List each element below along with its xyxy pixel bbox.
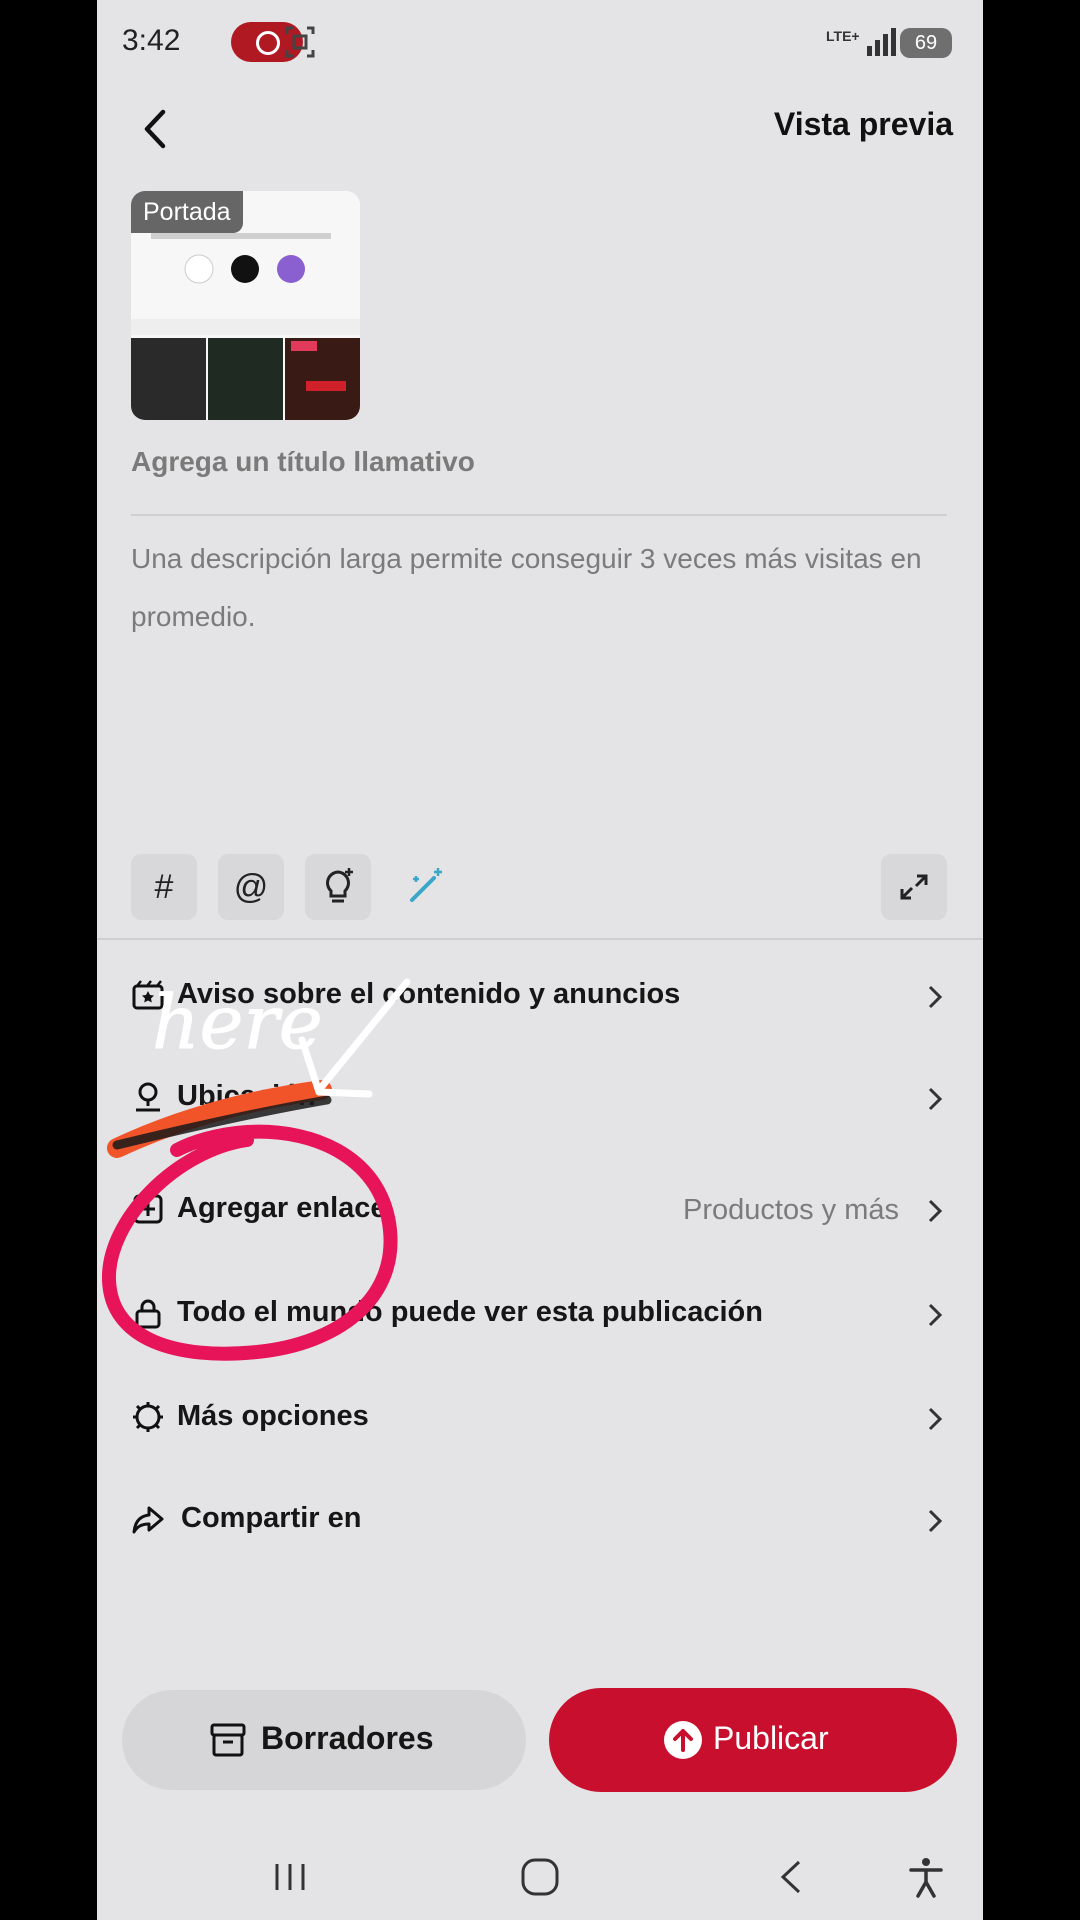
accessibility-icon[interactable] (903, 1854, 949, 1900)
location-pin-icon (136, 1082, 160, 1112)
screenshot-icon (285, 26, 315, 58)
chevron-right-icon (928, 1407, 943, 1431)
screen: 3:42 LTE+ 69 Vista previa Portada Agrega… (97, 0, 983, 1920)
option-label: Todo el mundo puede ver esta publicación (177, 1296, 763, 1328)
drafts-box-icon (210, 1723, 246, 1757)
option-label: Más opciones (177, 1400, 369, 1432)
option-more-options[interactable]: Más opciones (131, 1388, 947, 1452)
system-navigation-bar (97, 1840, 983, 1920)
status-time: 3:42 (122, 24, 181, 57)
hashtag-button[interactable]: # (131, 854, 197, 920)
top-bar: Vista previa (97, 84, 983, 174)
chevron-right-icon (928, 1199, 943, 1223)
upload-arrow-icon (664, 1721, 702, 1759)
option-content-disclosure[interactable]: Aviso sobre el contenido y anuncios (131, 966, 947, 1030)
option-label: Aviso sobre el contenido y anuncios (177, 978, 681, 1010)
chevron-right-icon (928, 985, 943, 1009)
option-label: Agregar enlace (177, 1192, 387, 1224)
option-share-to[interactable]: Compartir en (131, 1490, 947, 1554)
cover-thumbnail[interactable]: Portada (131, 191, 360, 420)
publish-button[interactable]: Publicar (549, 1688, 957, 1792)
lightbulb-icon (326, 868, 353, 903)
divider (97, 938, 983, 940)
drafts-label: Borradores (261, 1720, 434, 1756)
chevron-right-icon (928, 1509, 943, 1533)
gear-icon (133, 1402, 163, 1432)
title-input[interactable]: Agrega un título llamativo (131, 446, 947, 478)
option-add-link[interactable]: Agregar enlace Productos y más (131, 1180, 947, 1244)
chevron-right-icon (928, 1303, 943, 1327)
cover-label: Portada (131, 191, 243, 233)
signal-icon (867, 28, 896, 56)
ai-wand-button[interactable] (392, 854, 458, 920)
mention-button[interactable]: @ (218, 854, 284, 920)
description-input[interactable]: Una descripción larga permite conseguir … (131, 530, 947, 646)
publish-label: Publicar (713, 1720, 829, 1756)
network-type: LTE+ (826, 28, 860, 44)
drafts-button[interactable]: Borradores (122, 1690, 526, 1790)
recent-apps-icon[interactable] (267, 1854, 313, 1900)
nav-back-icon[interactable] (769, 1854, 815, 1900)
option-visibility[interactable]: Todo el mundo puede ver esta publicación (131, 1284, 947, 1348)
option-value: Productos y más (683, 1194, 899, 1226)
expand-button[interactable] (881, 854, 947, 920)
chevron-right-icon (928, 1087, 943, 1111)
status-bar: 3:42 LTE+ 69 (97, 0, 983, 84)
expand-icon (900, 874, 928, 900)
option-label: Ubicación (177, 1080, 316, 1112)
lock-icon (135, 1299, 161, 1329)
home-icon[interactable] (517, 1854, 563, 1900)
option-label: Compartir en (181, 1502, 362, 1534)
add-link-icon (133, 1194, 163, 1224)
battery-icon: 69 (900, 28, 952, 58)
option-location[interactable]: Ubicación (131, 1068, 947, 1132)
idea-bulb-button[interactable] (305, 854, 371, 920)
magic-wand-icon (410, 868, 442, 902)
divider (131, 514, 947, 516)
ad-badge-icon (132, 980, 164, 1010)
back-arrow-icon[interactable] (135, 104, 175, 154)
share-icon (132, 1506, 164, 1534)
preview-button[interactable]: Vista previa (774, 106, 953, 143)
